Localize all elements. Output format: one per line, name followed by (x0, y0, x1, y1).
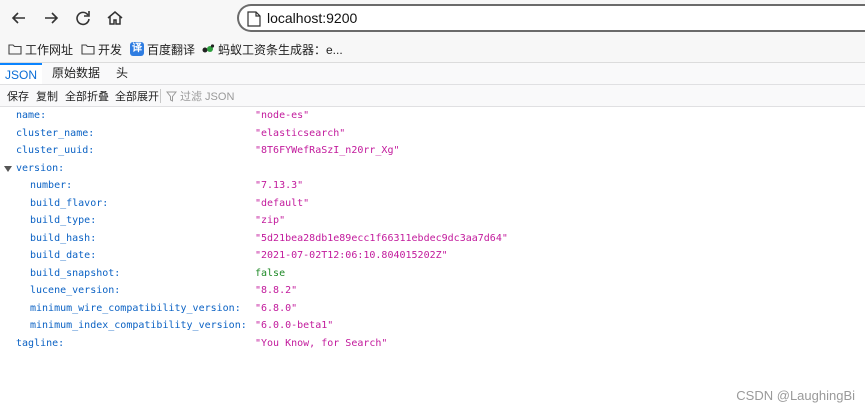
json-key: cluster_name: (16, 127, 95, 139)
json-row[interactable]: build_type: "zip" (0, 213, 865, 230)
json-value: "5d21bea28db1e89ecc1f66311ebdec9dc3aa7d6… (255, 232, 508, 244)
viewer-tabs: JSON 原始数据 头 (0, 63, 865, 85)
json-key: tagline: (16, 337, 65, 349)
json-key: build_snapshot: (30, 267, 121, 279)
json-value: "zip" (255, 215, 286, 226)
bookmark-label: 开发 (98, 42, 123, 57)
expand-triangle-icon[interactable] (4, 165, 12, 172)
json-row[interactable]: cluster_name: "elasticsearch" (0, 126, 865, 143)
tab-raw-data[interactable]: 原始数据 (48, 63, 104, 84)
bookmark-dev[interactable]: 开发 (81, 40, 122, 58)
json-value: "You Know, for Search" (255, 337, 388, 349)
json-value: "elasticsearch" (255, 127, 346, 139)
save-button[interactable]: 保存 (7, 88, 29, 104)
bookmark-label: 百度翻译 (147, 42, 196, 57)
json-row[interactable]: build_snapshot: false (0, 266, 865, 283)
json-value: "6.0.0-beta1" (255, 320, 334, 331)
json-key: build_date: (30, 250, 97, 261)
bookmark-label: 工作网址 (25, 42, 74, 57)
json-key: build_hash: (30, 232, 97, 244)
json-value: "8T6FYWefRaSzI_n20rr_Xg" (255, 145, 400, 156)
reload-icon[interactable] (73, 8, 93, 28)
json-row[interactable]: lucene_version: "8.8.2" (0, 283, 865, 300)
json-row[interactable]: number: "7.13.3" (0, 178, 865, 195)
address-bar[interactable]: localhost:9200 (237, 4, 865, 32)
json-key: minimum_wire_compatibility_version: (30, 302, 241, 314)
filter-json-input[interactable]: 过滤 JSON (166, 88, 234, 104)
json-value: "7.13.3" (255, 180, 304, 191)
page-icon (247, 11, 261, 27)
json-key: number: (30, 180, 73, 191)
browser-toolbar: localhost:9200 (0, 0, 865, 36)
json-key: name: (16, 110, 47, 121)
json-row[interactable]: minimum_index_compatibility_version: "6.… (0, 318, 865, 335)
json-key: cluster_uuid: (16, 145, 95, 156)
json-value: "8.8.2" (255, 285, 298, 296)
watermark: CSDN @LaughingBi (736, 388, 855, 403)
tab-headers[interactable]: 头 (108, 63, 136, 84)
json-value: "default" (255, 197, 310, 209)
translate-icon: 译 (130, 42, 144, 56)
bookmark-label: 蚂蚁工资条生成器：e... (218, 42, 343, 57)
json-row[interactable]: build_hash: "5d21bea28db1e89ecc1f66311eb… (0, 231, 865, 248)
bookmark-work-urls[interactable]: 工作网址 (8, 40, 73, 58)
json-value: "6.8.0" (255, 302, 298, 314)
bookmark-ant-salary[interactable]: 蚂蚁工资条生成器：e... (201, 40, 343, 58)
json-row[interactable]: minimum_wire_compatibility_version: "6.8… (0, 301, 865, 318)
filter-placeholder: 过滤 JSON (180, 91, 235, 103)
ant-icon (202, 44, 215, 53)
forward-icon[interactable] (41, 8, 61, 28)
json-row[interactable]: name: "node-es" (0, 108, 865, 125)
url-text[interactable]: localhost:9200 (267, 10, 357, 26)
json-value: "2021-07-02T12:06:10.804015202Z" (255, 250, 448, 261)
json-value: "node-es" (255, 110, 310, 121)
expand-all-button[interactable]: 全部展开 (115, 88, 159, 104)
json-row-version[interactable]: version: (0, 161, 865, 178)
json-key: build_flavor: (30, 197, 109, 209)
json-row[interactable]: tagline: "You Know, for Search" (0, 336, 865, 353)
bookmarks-bar: 工作网址 开发 译 百度翻译 蚂蚁工资条生成器：e... (0, 36, 865, 63)
copy-button[interactable]: 复制 (36, 88, 58, 104)
json-row[interactable]: build_flavor: "default" (0, 196, 865, 213)
folder-icon (81, 44, 95, 55)
json-row[interactable]: build_date: "2021-07-02T12:06:10.8040152… (0, 248, 865, 265)
bookmark-baidu-translate[interactable]: 译 百度翻译 (130, 40, 195, 58)
viewer-actions: 保存 复制 全部折叠 全部展开 过滤 JSON (0, 85, 865, 107)
json-key: build_type: (30, 215, 97, 226)
json-key: lucene_version: (30, 285, 121, 296)
filter-icon (166, 91, 177, 102)
home-icon[interactable] (105, 8, 125, 28)
back-icon[interactable] (9, 8, 29, 28)
json-key: version: (16, 162, 65, 174)
divider (160, 89, 161, 103)
collapse-all-button[interactable]: 全部折叠 (65, 88, 109, 104)
json-key: minimum_index_compatibility_version: (30, 320, 247, 331)
tab-json[interactable]: JSON (0, 63, 42, 84)
json-value: false (255, 267, 286, 279)
folder-icon (8, 44, 22, 55)
json-row[interactable]: cluster_uuid: "8T6FYWefRaSzI_n20rr_Xg" (0, 143, 865, 160)
